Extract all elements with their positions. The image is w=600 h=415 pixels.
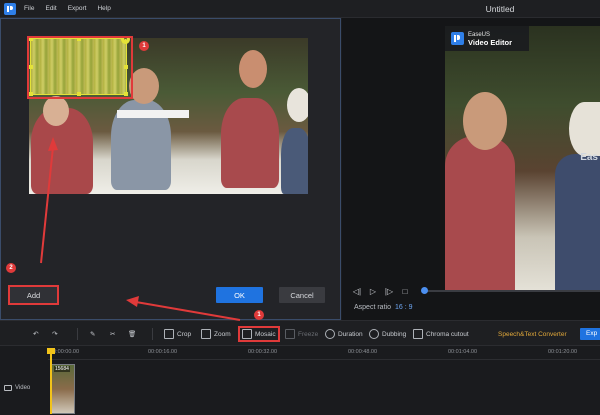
- annotation-badge: 2: [6, 263, 16, 273]
- menu-edit[interactable]: Edit: [45, 5, 56, 12]
- app-logo-icon: [4, 3, 16, 15]
- hat-shape: [287, 88, 308, 122]
- timeline-ruler[interactable]: 00:00:00.00 00:00:16.00 00:00:32.00 00:0…: [48, 346, 600, 360]
- window-title: Untitled: [485, 4, 515, 14]
- redo-icon[interactable]: ↷: [52, 327, 57, 341]
- duration-label: Duration: [338, 330, 363, 338]
- mosaic-dialog: × 1 2 Add OK Cancel: [0, 18, 341, 320]
- divider: [77, 328, 78, 340]
- video-track-icon: [4, 385, 12, 391]
- person-shape: [555, 154, 600, 290]
- video-track-label: Video: [4, 385, 30, 391]
- playhead[interactable]: [47, 348, 55, 414]
- scissors-icon[interactable]: ✂: [110, 327, 115, 341]
- menu-file[interactable]: File: [24, 5, 34, 12]
- preview-video: EaseUS Video Editor Eas: [445, 26, 600, 290]
- stop-icon[interactable]: □: [400, 286, 410, 296]
- tick-label: 00:01:20.00: [548, 349, 578, 355]
- crop-button[interactable]: Crop: [164, 327, 191, 341]
- cancel-button[interactable]: Cancel: [279, 287, 325, 303]
- person-head: [129, 68, 159, 104]
- step-forward-icon[interactable]: |▷: [384, 286, 394, 296]
- aspect-value[interactable]: 16 : 9: [395, 304, 413, 311]
- duration-button[interactable]: Duration: [325, 327, 363, 341]
- tick-label: 00:01:04.00: [448, 349, 478, 355]
- mosaic-label: Mosaic: [255, 330, 276, 338]
- person-head: [239, 50, 267, 88]
- hat-shape: [569, 102, 600, 156]
- export-button[interactable]: Exp: [580, 328, 600, 340]
- zoom-button[interactable]: Zoom: [201, 327, 231, 341]
- watermark-product: Video Editor: [468, 37, 513, 47]
- divider: [152, 328, 153, 340]
- zoom-label: Zoom: [214, 330, 231, 338]
- person-shape: [281, 128, 308, 194]
- pencil-icon[interactable]: ✎: [90, 327, 95, 341]
- speech-text-converter-link[interactable]: Speech&Text Converter: [498, 331, 567, 338]
- annotation-highlight: [27, 36, 133, 99]
- aspect-label: Aspect ratio: [354, 304, 391, 311]
- undo-icon[interactable]: ↶: [33, 327, 38, 341]
- chroma-label: Chroma cutout: [426, 330, 469, 338]
- mosaic-button[interactable]: Mosaic: [238, 326, 280, 342]
- menu-export[interactable]: Export: [68, 5, 87, 12]
- title-bar: File Edit Export Help Untitled: [0, 0, 600, 18]
- ok-button[interactable]: OK: [216, 287, 263, 303]
- aspect-ratio: Aspect ratio 16 : 9: [354, 304, 412, 311]
- tick-label: 00:00:16.00: [148, 349, 178, 355]
- crop-icon: [164, 329, 174, 339]
- playback-controls: ◁| ▷ |▷ □: [352, 286, 410, 296]
- freeze-button[interactable]: Freeze: [285, 327, 318, 341]
- annotation-badge: 1: [254, 310, 264, 320]
- dubbing-button[interactable]: Dubbing: [369, 327, 406, 341]
- menu-help[interactable]: Help: [97, 5, 110, 12]
- chroma-cutout-button[interactable]: Chroma cutout: [413, 327, 469, 341]
- tick-label: 00:00:48.00: [348, 349, 378, 355]
- playback-scrubber[interactable]: [422, 290, 600, 292]
- play-icon[interactable]: ▷: [368, 286, 378, 296]
- trash-icon[interactable]: 🗑: [128, 327, 136, 341]
- clip-label: 15684: [54, 366, 70, 372]
- microphone-icon: [369, 329, 379, 339]
- zoom-icon: [201, 329, 211, 339]
- menu-bar: File Edit Export Help: [24, 5, 111, 12]
- clock-icon: [325, 329, 335, 339]
- person-head: [43, 96, 69, 126]
- track-label-text: Video: [15, 385, 31, 391]
- person-shape: [221, 98, 279, 188]
- mosaic-icon: [242, 329, 252, 339]
- video-clip[interactable]: 15684: [51, 364, 75, 414]
- easeus-logo-icon: [451, 32, 464, 45]
- annotation-badge: 1: [139, 41, 149, 51]
- person-head: [463, 92, 507, 150]
- edit-toolbar: ↶ ↷ ✎ ✂ 🗑 Crop Zoom Mosaic Freeze Durati…: [0, 320, 600, 346]
- mosaic-area-text-bar: [117, 110, 189, 118]
- person-shape: [445, 136, 515, 290]
- timeline: 00:00:00.00 00:00:16.00 00:00:32.00 00:0…: [0, 346, 600, 415]
- preview-panel: EaseUS Video Editor Eas ◁| ▷ |▷ □ Aspect…: [342, 18, 600, 320]
- scrubber-handle[interactable]: [421, 287, 428, 294]
- freeze-label: Freeze: [298, 330, 319, 338]
- step-back-icon[interactable]: ◁|: [352, 286, 362, 296]
- tick-label: 00:00:32.00: [248, 349, 278, 355]
- overlay-text: Eas: [580, 152, 598, 163]
- chroma-icon: [413, 329, 423, 339]
- add-button[interactable]: Add: [8, 285, 59, 305]
- dubbing-label: Dubbing: [382, 330, 407, 338]
- crop-label: Crop: [177, 330, 192, 338]
- freeze-icon: [285, 329, 295, 339]
- watermark: EaseUS Video Editor: [445, 26, 529, 51]
